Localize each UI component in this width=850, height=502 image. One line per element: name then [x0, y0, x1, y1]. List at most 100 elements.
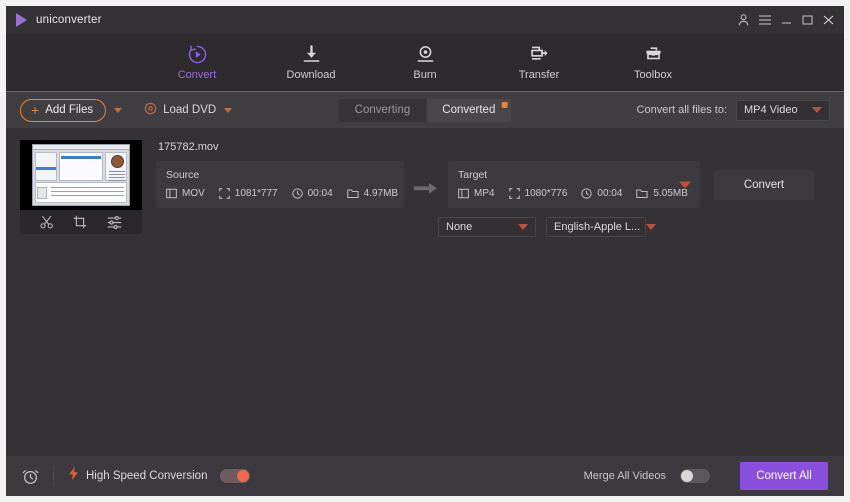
- target-format: MP4: [458, 188, 495, 199]
- divider: [53, 467, 54, 485]
- app-logo-icon: [16, 13, 27, 27]
- source-title: Source: [166, 169, 200, 181]
- convert-all-button[interactable]: Convert All: [740, 462, 828, 490]
- nav-tab-convert[interactable]: Convert: [166, 44, 228, 81]
- target-panel: Target MP4 1080*776 00:04 5.05MB: [448, 161, 700, 208]
- app-title: uniconverter: [36, 14, 102, 26]
- disc-icon: [144, 102, 157, 118]
- maximize-button[interactable]: [802, 15, 813, 25]
- tab-converting[interactable]: Converting: [338, 98, 427, 122]
- title-bar: uniconverter: [6, 6, 844, 34]
- nav-label-convert: Convert: [177, 69, 217, 81]
- file-list-area: 175782.mov Source MOV 1081*777 00:04 4.9…: [6, 128, 844, 456]
- page-root: uniconverter Convert Download Burn Trans…: [0, 0, 850, 502]
- app-window: uniconverter Convert Download Burn Trans…: [6, 6, 844, 496]
- add-files-button[interactable]: + Add Files: [20, 98, 107, 122]
- convert-all-format-value: MP4 Video: [744, 104, 798, 116]
- target-settings-dropdown-icon[interactable]: [679, 181, 691, 188]
- thumbnail-preview-image: [32, 144, 130, 206]
- source-resolution: 1081*777: [218, 188, 278, 199]
- convert-all-label: Convert All: [756, 470, 812, 482]
- nav-label-download: Download: [286, 69, 336, 81]
- file-thumbnail-panel: [20, 140, 142, 234]
- action-toolbar: + Add Files Load DVD Converting Converte…: [6, 92, 844, 128]
- add-files-dropdown-icon[interactable]: [114, 107, 123, 113]
- source-size: 4.97MB: [346, 188, 399, 199]
- target-format-value: MP4: [474, 188, 495, 199]
- source-size-value: 4.97MB: [363, 188, 399, 199]
- high-speed-conversion-group: High Speed Conversion: [68, 466, 251, 486]
- target-duration-value: 00:04: [597, 188, 623, 199]
- track-selectors: None English-Apple L...: [438, 217, 830, 237]
- subtitle-select[interactable]: None: [438, 217, 536, 237]
- source-format-value: MOV: [182, 188, 205, 199]
- audio-track-select[interactable]: English-Apple L...: [546, 217, 657, 237]
- chevron-down-icon: [812, 107, 822, 113]
- conversion-arrow-icon: [404, 174, 448, 195]
- account-icon[interactable]: [738, 14, 749, 26]
- convert-circle-icon: [187, 44, 208, 64]
- effects-icon[interactable]: [107, 215, 122, 229]
- toolbox-icon: [643, 44, 664, 64]
- source-duration-value: 00:04: [307, 188, 333, 199]
- nav-tab-download[interactable]: Download: [280, 44, 342, 81]
- nav-tab-transfer[interactable]: Transfer: [508, 44, 570, 81]
- plus-icon: +: [31, 101, 40, 118]
- converted-badge-dot: [501, 101, 508, 108]
- status-filter-tabs: Converting Converted: [338, 98, 512, 122]
- bottom-right-group: Merge All Videos Convert All: [584, 462, 828, 490]
- tab-converted-label: Converted: [442, 103, 496, 116]
- bottom-bar: High Speed Conversion Merge All Videos C…: [6, 456, 844, 496]
- crop-icon[interactable]: [73, 215, 87, 229]
- add-files-label: Add Files: [45, 103, 94, 116]
- source-duration: 00:04: [291, 188, 333, 199]
- merge-all-videos-toggle[interactable]: [680, 469, 710, 483]
- alarm-clock-icon[interactable]: [22, 468, 39, 485]
- lightning-icon: [68, 466, 79, 486]
- source-panel: Source MOV 1081*777 00:04 4.97MB: [156, 161, 404, 208]
- menu-icon[interactable]: [759, 15, 771, 25]
- burn-disc-icon: [415, 44, 436, 64]
- load-dvd-dropdown-icon[interactable]: [224, 107, 233, 113]
- transfer-device-icon: [529, 44, 550, 64]
- thumbnail-edit-tools: [20, 210, 142, 234]
- video-thumbnail[interactable]: [20, 140, 142, 210]
- target-size: 5.05MB: [636, 188, 688, 199]
- chevron-down-icon: [518, 224, 528, 230]
- merge-all-videos-label: Merge All Videos: [583, 470, 666, 482]
- conversion-panels: Source MOV 1081*777 00:04 4.97MB Target …: [156, 161, 830, 208]
- target-duration: 00:04: [581, 188, 622, 199]
- minimize-button[interactable]: [781, 15, 792, 25]
- load-dvd-label: Load DVD: [163, 104, 217, 116]
- trim-icon[interactable]: [40, 215, 54, 229]
- main-navigation: Convert Download Burn Transfer Toolbox: [6, 34, 844, 92]
- file-list-item: 175782.mov Source MOV 1081*777 00:04 4.9…: [20, 140, 830, 237]
- convert-all-to-label: Convert all files to:: [636, 104, 727, 116]
- tab-converting-label: Converting: [354, 103, 411, 116]
- tab-converted[interactable]: Converted: [426, 98, 512, 122]
- high-speed-conversion-toggle[interactable]: [220, 469, 251, 483]
- load-dvd-button[interactable]: Load DVD: [144, 102, 216, 118]
- nav-label-burn: Burn: [413, 69, 437, 81]
- target-size-value: 5.05MB: [653, 188, 688, 199]
- source-format: MOV: [166, 188, 205, 199]
- target-resolution-value: 1080*776: [524, 188, 568, 199]
- window-controls: [738, 14, 838, 26]
- audio-track-value: English-Apple L...: [554, 221, 641, 233]
- convert-button[interactable]: Convert: [714, 169, 814, 200]
- source-resolution-value: 1081*777: [234, 188, 278, 199]
- nav-label-transfer: Transfer: [518, 69, 560, 81]
- target-title: Target: [458, 169, 488, 181]
- high-speed-conversion-label: High Speed Conversion: [86, 470, 208, 482]
- file-name: 175782.mov: [158, 141, 219, 153]
- target-resolution: 1080*776: [508, 188, 568, 199]
- download-arrow-icon: [301, 44, 322, 64]
- convert-all-format-select[interactable]: MP4 Video: [736, 99, 830, 121]
- nav-tab-burn[interactable]: Burn: [394, 44, 456, 81]
- nav-tab-toolbox[interactable]: Toolbox: [622, 44, 684, 81]
- file-details: 175782.mov Source MOV 1081*777 00:04 4.9…: [156, 140, 830, 237]
- convert-button-label: Convert: [743, 178, 785, 191]
- convert-all-format-group: Convert all files to: MP4 Video: [636, 99, 830, 121]
- subtitle-value: None: [446, 221, 473, 233]
- close-button[interactable]: [823, 15, 834, 25]
